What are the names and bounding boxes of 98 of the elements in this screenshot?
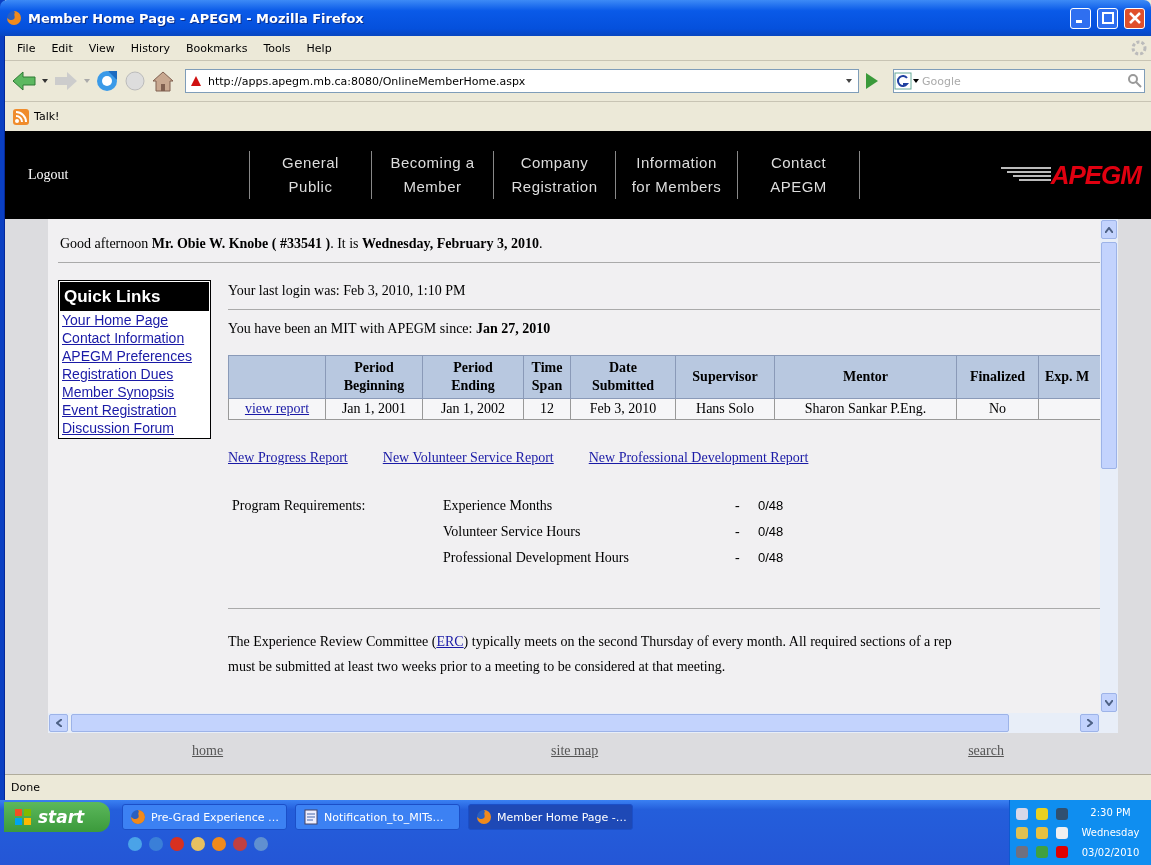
- horizontal-scrollbar[interactable]: [48, 713, 1118, 733]
- requirement-value: 0/48: [758, 550, 785, 566]
- clock-text: Wednesday: [1081, 825, 1140, 840]
- menu-item[interactable]: Tools: [255, 39, 299, 57]
- requirements-label: Program Requirements:: [232, 498, 367, 514]
- menu-item[interactable]: History: [122, 39, 178, 57]
- new-report-link[interactable]: New Volunteer Service Report: [382, 450, 554, 466]
- nav-link[interactable]: Becoming a Member: [371, 151, 493, 199]
- last-login-text: Your last login was: Feb 3, 2010, 1:10 PM: [228, 283, 467, 299]
- scroll-down-icon[interactable]: [1105, 699, 1113, 706]
- view-report-link[interactable]: view report: [244, 401, 310, 416]
- menu-item[interactable]: Help: [298, 39, 340, 57]
- menu-item[interactable]: File: [9, 39, 44, 57]
- column-header: Exp. M: [1038, 355, 1100, 399]
- dash-text: -: [735, 524, 741, 540]
- vertical-scrollbar[interactable]: [1100, 219, 1118, 713]
- menu-item[interactable]: View: [80, 39, 123, 57]
- address-field[interactable]: http://apps.apegm.mb.ca:8080/OnlineMemberHome.aspx: [185, 69, 859, 93]
- reload-icon[interactable]: [95, 69, 119, 93]
- search-box[interactable]: Google: [893, 69, 1145, 93]
- column-header: Supervisor: [675, 355, 775, 399]
- dash-text: -: [735, 550, 741, 566]
- tray-icon[interactable]: [1054, 843, 1070, 860]
- menu-item[interactable]: Edit: [43, 39, 81, 57]
- nav-link[interactable]: General Public: [249, 151, 371, 199]
- new-report-link[interactable]: New Professional Development Report: [588, 450, 809, 466]
- taskbar-button[interactable]: Pre-Grad Experience …: [122, 804, 287, 830]
- scroll-right-icon[interactable]: [1086, 719, 1093, 727]
- warning-icon: [190, 75, 202, 87]
- quick-link[interactable]: Discussion Forum: [60, 419, 177, 437]
- new-report-link[interactable]: New Progress Report: [228, 450, 348, 466]
- tray-icon[interactable]: [1014, 843, 1030, 860]
- rss-icon[interactable]: [13, 108, 29, 125]
- column-header: Time Span: [523, 355, 571, 399]
- scroll-left-icon[interactable]: [55, 719, 62, 727]
- tray-icon[interactable]: [1034, 824, 1050, 841]
- quick-launch-icon[interactable]: [211, 836, 227, 852]
- footer-link[interactable]: search: [968, 742, 1004, 759]
- footer-link[interactable]: home: [192, 742, 224, 759]
- quick-launch-icon[interactable]: [190, 836, 206, 852]
- minimize-button[interactable]: [1070, 7, 1091, 29]
- quick-link[interactable]: Contact Information: [60, 329, 187, 347]
- quick-link[interactable]: Registration Dues: [60, 365, 176, 383]
- tray-icon[interactable]: [1014, 824, 1030, 841]
- quick-launch-icon[interactable]: [253, 836, 269, 852]
- minimize-icon: [1076, 20, 1082, 23]
- nav-link[interactable]: Contact APEGM: [737, 151, 859, 199]
- column-header: Date Submitted: [570, 355, 676, 399]
- greeting-text: Good afternoon Mr. Obie W. Knobe ( #33541 ). It is Wednesday, February 3, 2010.: [60, 236, 544, 252]
- close-icon: [1128, 12, 1141, 24]
- quick-launch-icon[interactable]: [148, 836, 164, 852]
- logout-link[interactable]: Logout: [5, 167, 249, 183]
- window-title: Member Home Page - APEGM - Mozilla Firefox: [28, 10, 365, 26]
- quick-link[interactable]: APEGM Preferences: [60, 347, 194, 365]
- home-icon[interactable]: [151, 69, 175, 93]
- tray-icon[interactable]: [1054, 805, 1070, 822]
- tray-icon[interactable]: [1014, 805, 1030, 822]
- clock-text: 2:30 PM: [1090, 805, 1131, 820]
- footer-link[interactable]: site map: [551, 742, 599, 759]
- maximize-button[interactable]: [1097, 7, 1118, 29]
- maximize-icon: [1101, 12, 1114, 24]
- requirement-value: 0/48: [758, 524, 785, 540]
- menu-item[interactable]: Bookmarks: [178, 39, 256, 57]
- quick-link[interactable]: Event Registration: [60, 401, 179, 419]
- requirement-name: Experience Months: [443, 498, 554, 514]
- requirement-value: 0/48: [758, 498, 785, 514]
- site-logo[interactable]: APEGM: [1050, 159, 1141, 191]
- column-header: Period Ending: [422, 355, 524, 399]
- clock-text: 03/02/2010: [1081, 845, 1140, 860]
- scroll-up-icon[interactable]: [1105, 226, 1113, 233]
- member-since-text: You have been an MIT with APEGM since: Jan 27, 2010: [228, 321, 552, 337]
- document-icon: [303, 809, 319, 825]
- requirement-name: Professional Development Hours: [443, 550, 630, 566]
- quick-links-title: Quick Links: [60, 282, 209, 311]
- close-button[interactable]: [1124, 7, 1145, 29]
- quick-link[interactable]: Member Synopsis: [60, 383, 177, 401]
- search-engine-icon[interactable]: [894, 72, 912, 90]
- search-field[interactable]: Google: [920, 73, 1126, 89]
- tray-icon[interactable]: [1054, 824, 1070, 841]
- quick-launch-icon[interactable]: [127, 836, 143, 852]
- nav-link[interactable]: Company Registration: [493, 151, 615, 199]
- dash-text: -: [735, 498, 741, 514]
- bookmark-item[interactable]: Talk!: [34, 110, 60, 123]
- taskbar-button[interactable]: Member Home Page -…: [468, 804, 633, 830]
- column-header: Finalized: [956, 355, 1039, 399]
- search-icon[interactable]: [1126, 72, 1144, 90]
- requirement-name: Volunteer Service Hours: [443, 524, 582, 540]
- erc-link[interactable]: ERC: [436, 634, 464, 649]
- nav-link[interactable]: Information for Members: [615, 151, 737, 199]
- tray-icon[interactable]: [1034, 805, 1050, 822]
- column-header: Period Beginning: [325, 355, 423, 399]
- column-header: Mentor: [774, 355, 957, 399]
- quick-link[interactable]: Your Home Page: [60, 311, 171, 329]
- quick-launch-icon[interactable]: [169, 836, 185, 852]
- windows-flag-icon: [14, 808, 32, 826]
- erc-paragraph: The Experience Review Committee (ERC) typically meets on the second Thursday of every month. All required sections of a rep must be submitted at least two weeks prior to a meeting to be considered at that meeting.: [228, 633, 953, 676]
- taskbar-button[interactable]: Notification_to_MITs…: [295, 804, 460, 830]
- throbber-icon[interactable]: [1131, 40, 1147, 56]
